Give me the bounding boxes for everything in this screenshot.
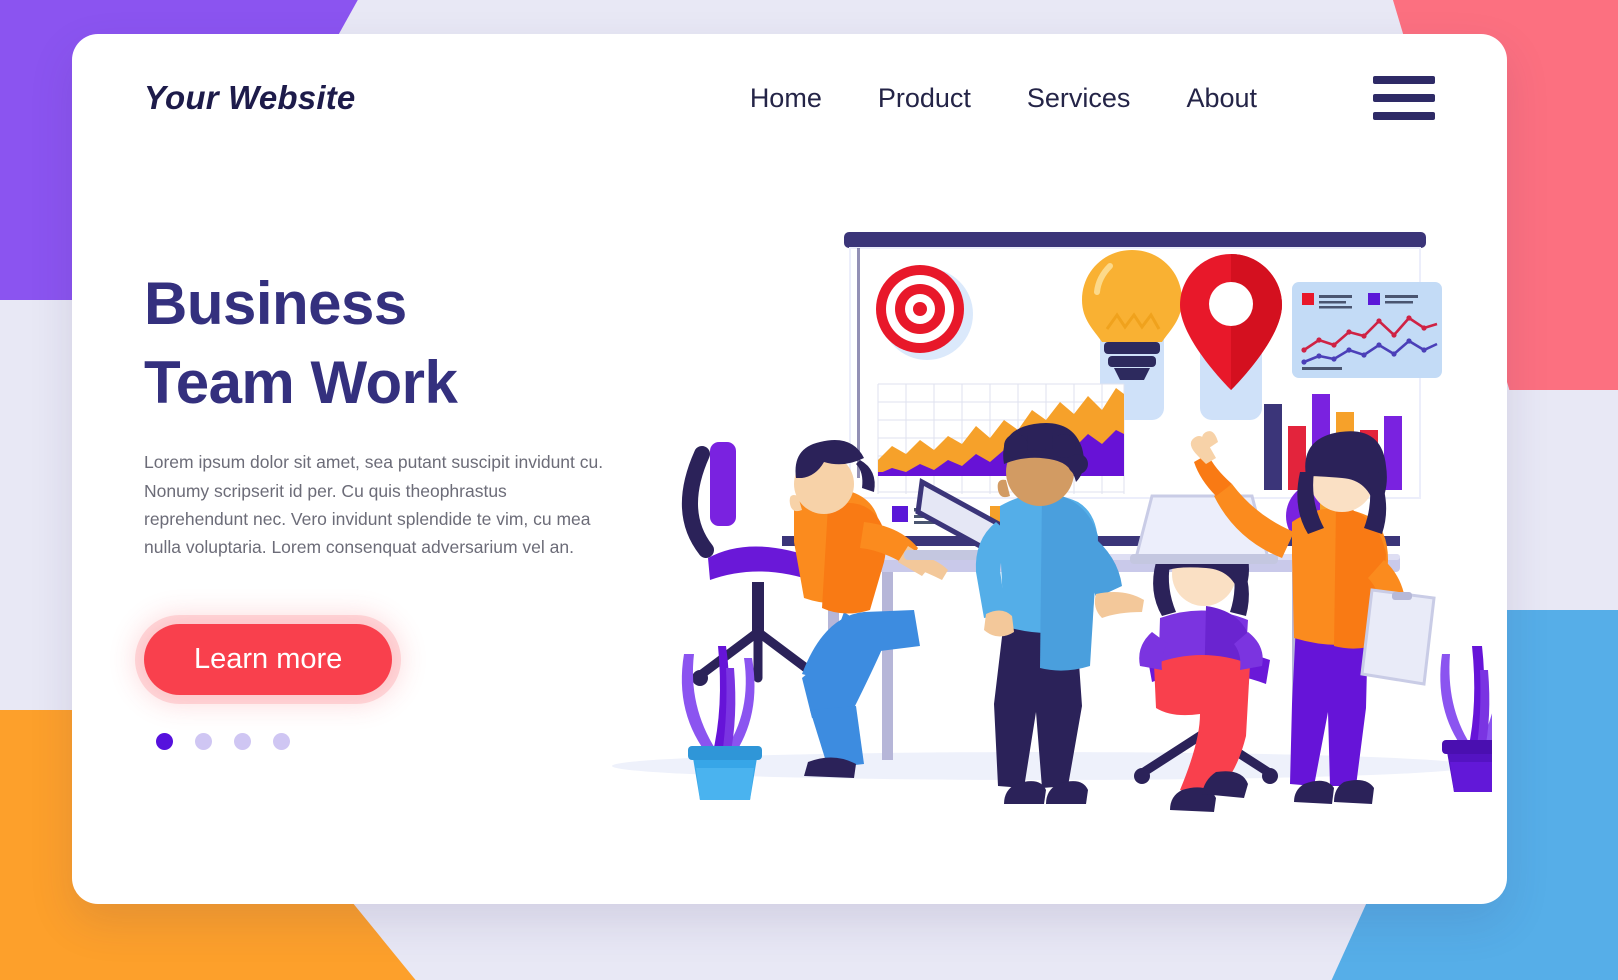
page-title: Business Team Work	[144, 264, 664, 422]
carousel-dot-3[interactable]	[234, 732, 251, 750]
nav-item-services[interactable]: Services	[1027, 83, 1131, 114]
carousel-dot-1[interactable]	[156, 732, 173, 750]
hamburger-bar-1	[1373, 76, 1435, 84]
learn-more-button[interactable]: Learn more	[144, 623, 393, 695]
nav-item-home[interactable]: Home	[750, 83, 822, 114]
hamburger-bar-3	[1373, 112, 1435, 120]
line-chart-card	[1292, 282, 1442, 378]
area-chart	[877, 383, 1125, 494]
page-title-line-1: Business	[144, 270, 407, 337]
hamburger-bar-2	[1373, 94, 1435, 102]
page-title-line-2: Team Work	[144, 349, 458, 417]
carousel-dot-4[interactable]	[273, 732, 290, 750]
landing-page-card: Your Website Home Product Services About…	[72, 34, 1507, 904]
cta-container: Learn more	[144, 623, 664, 695]
potted-plant-left	[681, 646, 762, 800]
carousel-dots	[156, 732, 664, 750]
hamburger-menu-icon[interactable]	[1373, 76, 1435, 120]
main-navigation: Home Product Services About	[750, 76, 1435, 120]
site-logo[interactable]: Your Website	[144, 79, 355, 117]
nav-item-product[interactable]: Product	[878, 83, 971, 114]
site-header: Your Website Home Product Services About	[72, 34, 1507, 162]
hero-content: Business Team Work Lorem ipsum dolor sit…	[144, 264, 664, 750]
hero-paragraph: Lorem ipsum dolor sit amet, sea putant s…	[144, 452, 604, 558]
clipboard	[1360, 588, 1436, 686]
nav-item-about[interactable]: About	[1186, 83, 1257, 114]
carousel-dot-2[interactable]	[195, 732, 212, 750]
hero-illustration	[592, 154, 1492, 854]
